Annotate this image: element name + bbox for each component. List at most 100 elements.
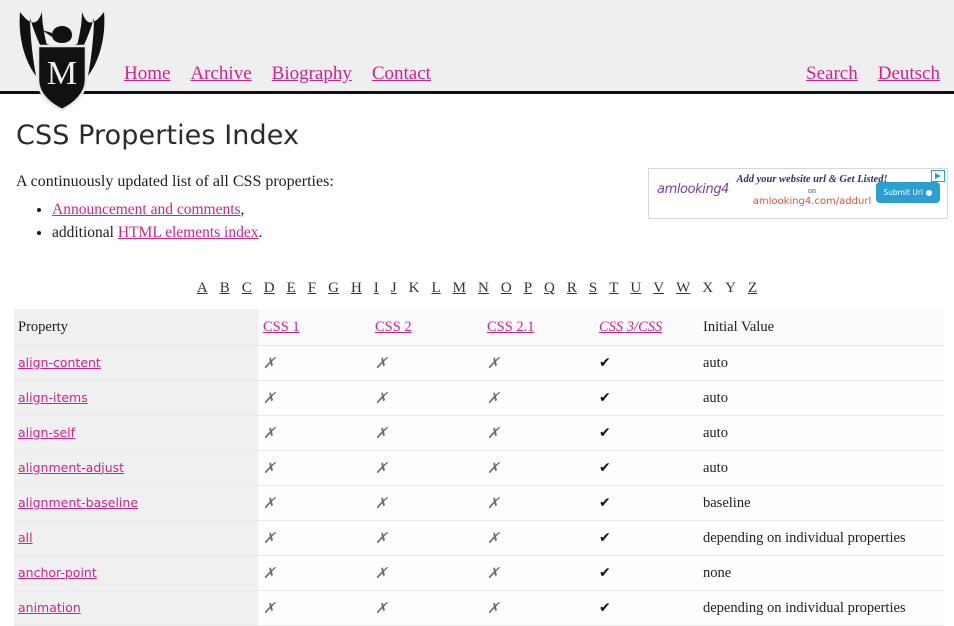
cross-icon: ✗ bbox=[263, 601, 276, 617]
alphabet-link-l[interactable]: L bbox=[431, 280, 440, 296]
alphabet-link-n[interactable]: N bbox=[478, 280, 489, 296]
alphabet-link-f[interactable]: F bbox=[308, 280, 316, 296]
nav-link-archive[interactable]: Archive bbox=[190, 63, 251, 85]
column-header-css21[interactable]: CSS 2.1 bbox=[482, 309, 594, 346]
alphabet-link-z[interactable]: Z bbox=[748, 280, 757, 296]
alphabet-link-q[interactable]: Q bbox=[544, 280, 555, 296]
alphabet-link-u[interactable]: U bbox=[630, 280, 641, 296]
alphabet-link-d[interactable]: D bbox=[264, 280, 275, 296]
cross-icon: ✗ bbox=[487, 601, 500, 617]
property-link[interactable]: anchor-point bbox=[18, 565, 97, 580]
cross-icon: ✗ bbox=[375, 496, 388, 512]
nav-link-home[interactable]: Home bbox=[124, 63, 170, 85]
alphabet-item: A bbox=[194, 280, 211, 296]
cross-icon: ✗ bbox=[263, 566, 276, 582]
alphabet-item: F bbox=[305, 280, 319, 296]
alphabet-item: E bbox=[284, 280, 299, 296]
column-header-css3[interactable]: CSS 3/CSS bbox=[594, 309, 698, 346]
ad-brand-logo: amlooking4 bbox=[657, 182, 729, 197]
css21-support-cell: ✗ bbox=[482, 521, 594, 556]
property-cell: animation bbox=[14, 591, 258, 626]
list-item: additional HTML elements index. bbox=[52, 224, 940, 242]
css2-support-cell: ✗ bbox=[370, 451, 482, 486]
css21-support-cell: ✗ bbox=[482, 556, 594, 591]
ad-submit-url-button[interactable]: Submit Url bbox=[876, 182, 940, 203]
check-icon: ✔ bbox=[599, 530, 611, 546]
alphabet-link-p[interactable]: P bbox=[524, 280, 532, 296]
alphabet-item: X bbox=[699, 280, 716, 296]
ad-button-label: Submit Url bbox=[883, 188, 923, 197]
nav-link-deutsch[interactable]: Deutsch bbox=[878, 63, 940, 85]
nav-link-search[interactable]: Search bbox=[806, 63, 858, 85]
column-header-css2[interactable]: CSS 2 bbox=[370, 309, 482, 346]
cross-icon: ✗ bbox=[263, 426, 276, 442]
initial-value-cell: auto bbox=[698, 381, 944, 416]
alphabet-link-t[interactable]: T bbox=[609, 280, 618, 296]
alphabet-item: P bbox=[521, 280, 535, 296]
alphabet-link-e[interactable]: E bbox=[287, 280, 296, 296]
cross-icon: ✗ bbox=[487, 461, 500, 477]
ad-url: amlooking4.com/addurl bbox=[733, 196, 891, 209]
eagle-shield-m-logo-icon[interactable]: M bbox=[14, 2, 110, 114]
cross-icon: ✗ bbox=[375, 531, 388, 547]
announcement-link[interactable]: Announcement and comments bbox=[52, 201, 241, 218]
alphabet-link-s[interactable]: S bbox=[589, 280, 597, 296]
cross-icon: ✗ bbox=[375, 601, 388, 617]
check-icon: ✔ bbox=[599, 390, 611, 406]
page-title: CSS Properties Index bbox=[16, 120, 940, 151]
alphabet-item: Y bbox=[722, 280, 739, 296]
alphabet-item: H bbox=[348, 280, 365, 296]
adchoices-icon[interactable] bbox=[931, 170, 945, 182]
advertisement-banner[interactable]: amlooking4 Add your website url & Get Li… bbox=[648, 168, 948, 219]
nav-link-biography[interactable]: Biography bbox=[272, 63, 352, 85]
table-header-row: Property CSS 1 CSS 2 CSS 2.1 CSS 3/CSS I… bbox=[14, 309, 944, 346]
property-link[interactable]: align-self bbox=[18, 425, 75, 440]
table-row: animation✗✗✗✔depending on individual pro… bbox=[14, 591, 944, 626]
column-header-css1[interactable]: CSS 1 bbox=[258, 309, 370, 346]
column-header-initial-value: Initial Value bbox=[698, 309, 944, 346]
initial-value-cell: auto bbox=[698, 416, 944, 451]
column-header-property: Property bbox=[14, 309, 258, 346]
property-link[interactable]: align-content bbox=[18, 355, 101, 370]
property-link[interactable]: align-items bbox=[18, 390, 88, 405]
table-row: align-items✗✗✗✔auto bbox=[14, 381, 944, 416]
property-link[interactable]: alignment-baseline bbox=[18, 495, 138, 510]
css3-support-cell: ✔ bbox=[594, 521, 698, 556]
css21-support-cell: ✗ bbox=[482, 591, 594, 626]
table-header: Property CSS 1 CSS 2 CSS 2.1 CSS 3/CSS I… bbox=[14, 309, 944, 346]
css21-support-cell: ✗ bbox=[482, 381, 594, 416]
property-cell: alignment-baseline bbox=[14, 486, 258, 521]
css2-support-cell: ✗ bbox=[370, 416, 482, 451]
cross-icon: ✗ bbox=[487, 496, 500, 512]
css21-support-cell: ✗ bbox=[482, 346, 594, 381]
html-elements-index-link[interactable]: HTML elements index bbox=[118, 224, 259, 241]
cross-icon: ✗ bbox=[263, 356, 276, 372]
initial-value-cell: auto bbox=[698, 451, 944, 486]
property-link[interactable]: all bbox=[18, 530, 33, 545]
alphabet-link-g[interactable]: G bbox=[328, 280, 339, 296]
alphabet-link-b[interactable]: B bbox=[220, 280, 230, 296]
alphabet-link-r[interactable]: R bbox=[567, 280, 577, 296]
alphabet-link-a[interactable]: A bbox=[197, 280, 208, 296]
nav-link-contact[interactable]: Contact bbox=[372, 63, 431, 85]
alphabet-link-c[interactable]: C bbox=[242, 280, 252, 296]
property-link[interactable]: alignment-adjust bbox=[18, 460, 124, 475]
alphabet-link-m[interactable]: M bbox=[453, 280, 466, 296]
alphabet-link-w[interactable]: W bbox=[676, 280, 690, 296]
alphabet-link-j[interactable]: J bbox=[391, 280, 397, 296]
ad-button-dot-icon bbox=[926, 190, 932, 196]
alphabet-item: K bbox=[406, 280, 423, 296]
primary-navigation: Home Archive Biography Contact bbox=[124, 63, 431, 85]
alphabet-link-o[interactable]: O bbox=[501, 280, 512, 296]
check-icon: ✔ bbox=[599, 460, 611, 476]
site-header: M Home Archive Biography Contact Search … bbox=[0, 0, 954, 94]
property-link[interactable]: animation bbox=[18, 600, 81, 615]
alphabet-navigation: ABCDEFGHIJKLMNOPQRSTUVWXYZ bbox=[14, 280, 940, 297]
css3-support-cell: ✔ bbox=[594, 346, 698, 381]
alphabet-link-i[interactable]: I bbox=[374, 280, 379, 296]
alphabet-link-v[interactable]: V bbox=[653, 280, 664, 296]
check-icon: ✔ bbox=[599, 425, 611, 441]
css3-support-cell: ✔ bbox=[594, 591, 698, 626]
alphabet-item: I bbox=[371, 280, 382, 296]
alphabet-link-h[interactable]: H bbox=[351, 280, 362, 296]
